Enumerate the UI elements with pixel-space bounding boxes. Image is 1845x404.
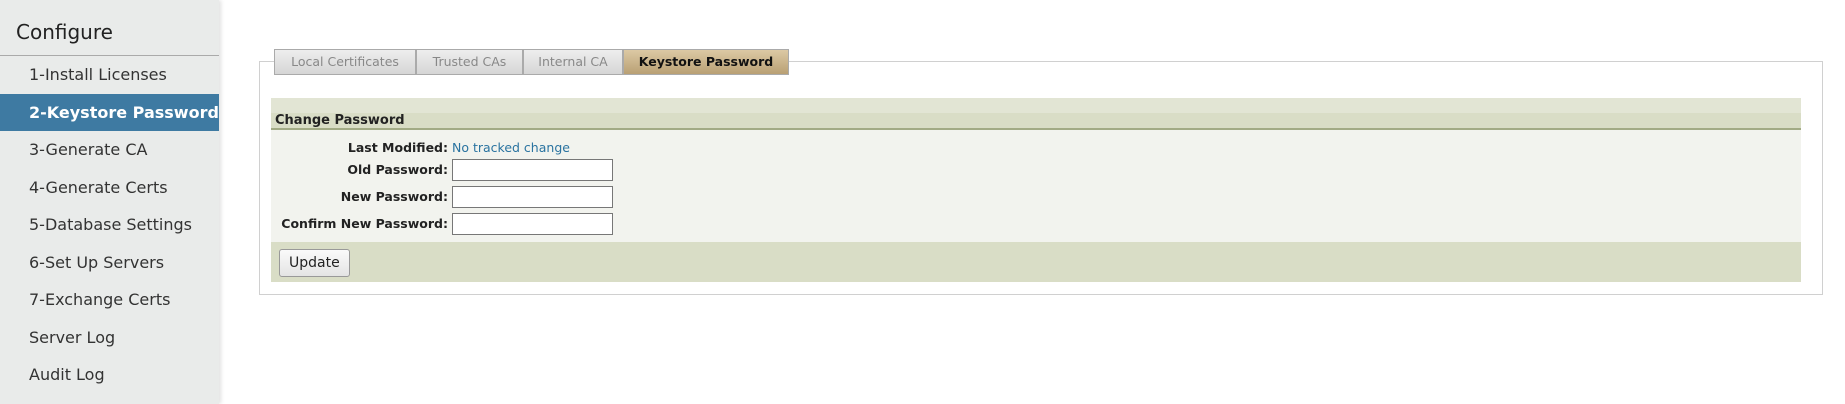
sidebar-item-install-licenses[interactable]: 1-Install Licenses <box>0 56 219 94</box>
sidebar-item-generate-certs[interactable]: 4-Generate Certs <box>0 169 219 207</box>
last-modified-row: Last Modified: No tracked change <box>271 138 1801 156</box>
sidebar-menu: 1-Install Licenses 2-Keystore Password 3… <box>0 56 219 394</box>
last-modified-value: No tracked change <box>452 139 570 155</box>
sidebar-item-audit-log[interactable]: Audit Log <box>0 356 219 394</box>
tab-bar: Local Certificates Trusted CAs Internal … <box>274 49 789 75</box>
confirm-password-row: Confirm New Password: <box>271 210 1801 237</box>
sidebar-item-database-settings[interactable]: 5-Database Settings <box>0 206 219 244</box>
old-password-input[interactable] <box>452 158 613 181</box>
tab-local-certificates[interactable]: Local Certificates <box>274 49 416 75</box>
new-password-label: New Password: <box>340 189 448 204</box>
old-password-label: Old Password: <box>347 162 448 177</box>
sidebar-title: Configure <box>16 20 113 44</box>
old-password-row: Old Password: <box>271 156 1801 183</box>
confirm-password-input[interactable] <box>452 212 613 235</box>
change-password-section: Change Password Last Modified: No tracke… <box>271 98 1801 282</box>
new-password-input[interactable] <box>452 185 613 208</box>
section-title: Change Password <box>271 98 1801 130</box>
tab-trusted-cas[interactable]: Trusted CAs <box>416 49 523 75</box>
tab-internal-ca[interactable]: Internal CA <box>523 49 623 75</box>
sidebar: Configure 1-Install Licenses 2-Keystore … <box>0 0 219 404</box>
sidebar-item-exchange-certs[interactable]: 7-Exchange Certs <box>0 281 219 319</box>
confirm-password-label: Confirm New Password: <box>281 216 448 231</box>
tab-keystore-password[interactable]: Keystore Password <box>623 49 789 75</box>
update-button[interactable]: Update <box>279 249 350 277</box>
form-body: Last Modified: No tracked change Old Pas… <box>271 130 1801 242</box>
sidebar-item-keystore-password[interactable]: 2-Keystore Password <box>0 93 219 131</box>
sidebar-item-server-log[interactable]: Server Log <box>0 319 219 357</box>
new-password-row: New Password: <box>271 183 1801 210</box>
last-modified-label: Last Modified: <box>347 139 448 155</box>
sidebar-item-generate-ca[interactable]: 3-Generate CA <box>0 131 219 169</box>
sidebar-item-set-up-servers[interactable]: 6-Set Up Servers <box>0 244 219 282</box>
form-footer: Update <box>271 242 1801 282</box>
